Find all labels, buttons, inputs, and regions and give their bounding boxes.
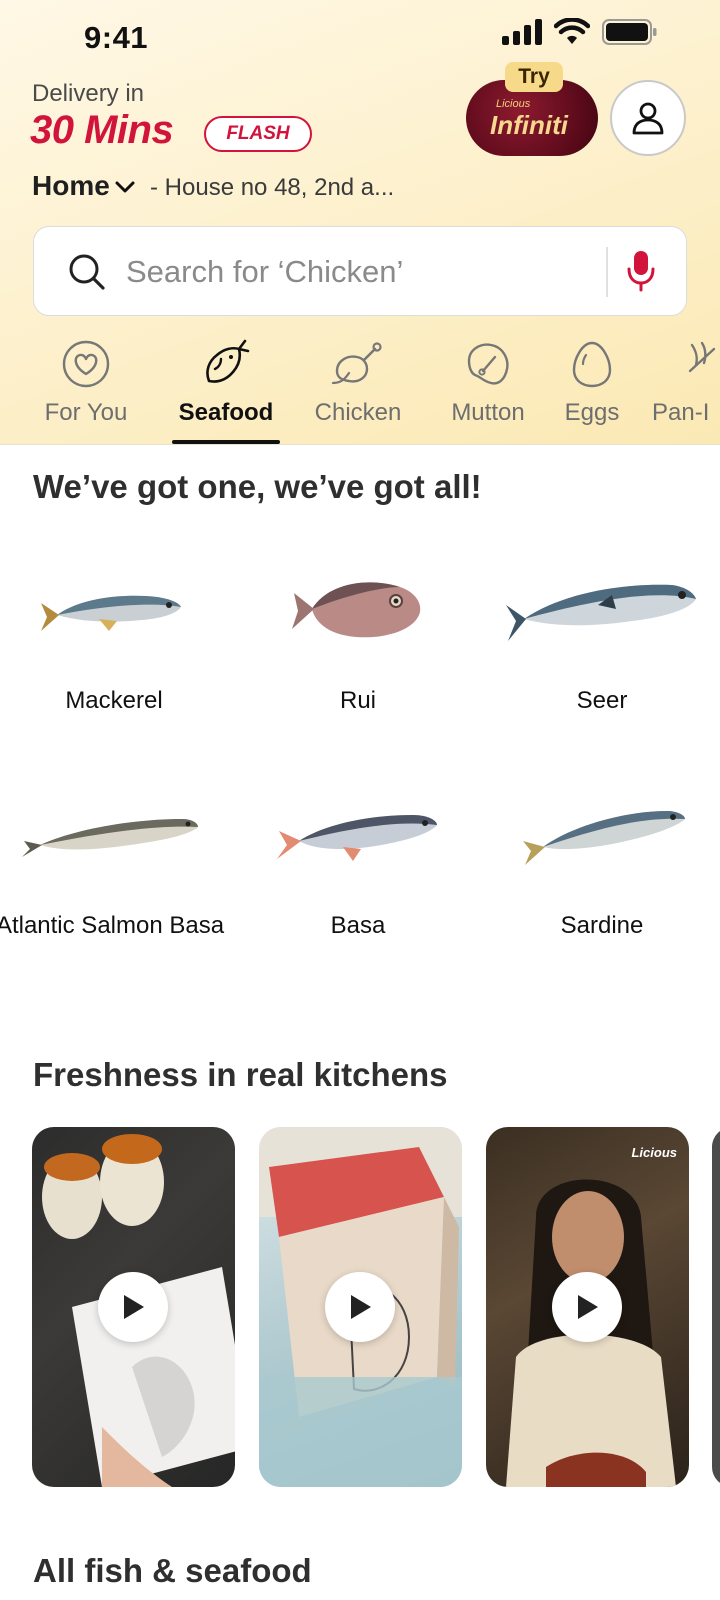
tab-label: Chicken [314, 399, 402, 426]
battery-icon [602, 19, 657, 45]
tab-label: Seafood [178, 399, 274, 426]
active-tab-indicator [172, 440, 280, 444]
flash-badge: FLASH [204, 116, 312, 152]
play-button[interactable] [552, 1272, 622, 1342]
fish-name: Sardine [560, 912, 644, 939]
signal-icon [502, 19, 542, 45]
search-icon [69, 254, 105, 290]
section-title-all-fish: All fish & seafood [33, 1552, 312, 1589]
tab-label: Mutton [451, 399, 525, 426]
video-card-2[interactable] [259, 1127, 462, 1487]
play-icon [578, 1295, 598, 1319]
atlantic-salmon-basa-image [22, 819, 198, 857]
video-card-peek[interactable] [712, 1127, 720, 1487]
fish-name: Rui [339, 687, 376, 714]
fish-item-basa[interactable]: Basa [238, 775, 478, 943]
chicken-icon [331, 342, 382, 385]
mackerel-image [41, 595, 181, 631]
play-icon [124, 1295, 144, 1319]
infiniti-brand: Licious [496, 98, 531, 110]
play-button[interactable] [325, 1272, 395, 1342]
tab-label: Pan-I [652, 399, 710, 426]
heart-circle-icon [62, 340, 110, 388]
video-card-3[interactable]: Licious [486, 1127, 689, 1487]
tab-for-you[interactable]: For You [38, 335, 134, 427]
tab-mutton[interactable]: Mutton [436, 335, 540, 427]
microphone-icon[interactable] [626, 249, 656, 293]
video-card-1[interactable] [32, 1127, 235, 1487]
fish-item-atlantic-salmon-basa[interactable]: Atlantic Salmon Basa [0, 775, 230, 943]
fish-item-rui[interactable]: Rui [238, 550, 478, 718]
play-icon [351, 1295, 371, 1319]
tab-seafood[interactable]: Seafood [174, 335, 278, 427]
pan-icon [688, 341, 716, 373]
tab-chicken[interactable]: Chicken [306, 335, 410, 427]
delivery-time: 30 Mins [30, 108, 174, 152]
search-bar[interactable] [33, 226, 687, 316]
tab-pan[interactable]: Pan-I [652, 335, 720, 427]
address-label[interactable]: Home [32, 170, 110, 202]
delivery-label: Delivery in [32, 80, 145, 107]
search-input[interactable] [126, 249, 576, 295]
play-button[interactable] [98, 1272, 168, 1342]
status-time: 9:41 [84, 20, 149, 55]
basa-image [277, 815, 437, 861]
infiniti-name: Infiniti [490, 110, 568, 140]
status-icons [502, 18, 658, 46]
fish-item-mackerel[interactable]: Mackerel [0, 550, 234, 718]
egg-icon [572, 341, 612, 388]
fish-name: Mackerel [65, 687, 163, 714]
sardine-image [523, 811, 685, 865]
video-brand-tag: Licious [631, 1145, 677, 1160]
fish-name: Seer [576, 687, 628, 714]
search-divider [606, 247, 608, 297]
chevron-down-icon[interactable] [114, 176, 136, 198]
profile-button[interactable] [610, 80, 686, 156]
fish-item-sardine[interactable]: Sardine [482, 775, 720, 943]
fish-item-seer[interactable]: Seer [482, 550, 720, 718]
seer-image [506, 584, 696, 641]
fish-name: Atlantic Salmon Basa [0, 912, 225, 939]
mutton-icon [467, 343, 509, 385]
user-icon [632, 102, 664, 135]
rui-image [292, 582, 421, 638]
wifi-icon [554, 18, 590, 44]
section-title-videos: Freshness in real kitchens [33, 1056, 448, 1093]
tab-label: For You [44, 399, 128, 426]
try-badge[interactable]: Try [505, 62, 563, 92]
fish-icon [206, 339, 250, 383]
fish-name: Basa [330, 912, 386, 939]
address-text[interactable]: - House no 48, 2nd a... [150, 174, 394, 202]
tab-eggs[interactable]: Eggs [552, 335, 632, 427]
tab-label: Eggs [564, 399, 620, 426]
section-title-fish: We’ve got one, we’ve got all! [33, 468, 482, 505]
